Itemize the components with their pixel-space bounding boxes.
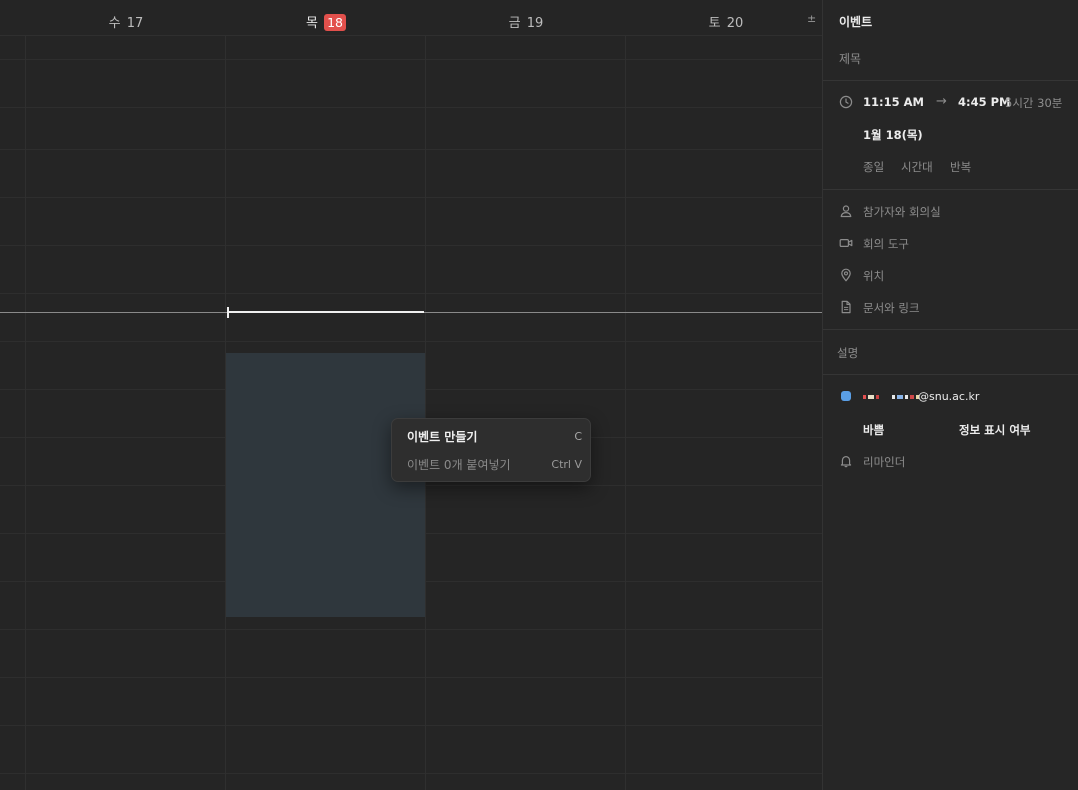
today-date-badge: 18 — [324, 14, 346, 31]
weekday-label: 금 — [508, 16, 521, 31]
grid-line — [0, 59, 822, 60]
weekday-label: 수 — [108, 16, 121, 31]
divider — [823, 374, 1078, 375]
grid-line — [0, 107, 822, 108]
all-day-toggle[interactable]: 종일 — [863, 159, 884, 175]
divider — [823, 329, 1078, 330]
calendar-account-email[interactable]: @snu.ac.kr — [918, 390, 979, 403]
participants-field[interactable]: 참가자와 회의실 — [863, 204, 941, 220]
arrow-right-icon: → — [936, 94, 947, 109]
day-header-fri[interactable]: 금 19 — [426, 12, 626, 31]
reminder-field[interactable]: 리마인더 — [863, 454, 905, 470]
current-time-marker — [227, 307, 229, 318]
calendar-color-dot — [841, 391, 851, 401]
menu-item-shortcut: C — [574, 429, 582, 443]
expand-collapse-button[interactable]: ± — [807, 12, 816, 25]
bell-icon — [839, 454, 853, 468]
grid-line — [0, 629, 822, 630]
day-header-row: 수 17 목 18 금 19 토 20 ± — [0, 0, 822, 36]
day-column-divider — [625, 36, 626, 790]
day-header-wed[interactable]: 수 17 — [26, 12, 226, 31]
menu-item-shortcut: Ctrl V — [551, 457, 582, 471]
menu-item-create-event[interactable]: 이벤트 만들기 C — [392, 422, 592, 450]
grid-line — [0, 149, 822, 150]
duration-label: 5시간 30분 — [1005, 96, 1063, 110]
time-grid[interactable] — [0, 36, 822, 790]
grid-line — [0, 725, 822, 726]
location-field[interactable]: 위치 — [863, 268, 884, 284]
documents-links-field[interactable]: 문서와 링크 — [863, 300, 920, 316]
divider — [823, 189, 1078, 190]
context-menu: 이벤트 만들기 C 이벤트 0개 붙여넣기 Ctrl V — [391, 418, 591, 482]
clock-icon — [839, 95, 853, 109]
date-number: 19 — [526, 16, 544, 31]
current-time-line-today — [228, 311, 424, 313]
day-header-sat[interactable]: 토 20 — [626, 12, 822, 31]
calendar-week-view: 수 17 목 18 금 19 토 20 ± 이벤트 만들기 C 이벤트 0개 붙… — [0, 0, 822, 790]
grid-line — [0, 677, 822, 678]
document-icon — [839, 300, 853, 314]
menu-item-paste-events[interactable]: 이벤트 0개 붙여넣기 Ctrl V — [392, 450, 592, 478]
panel-header: 이벤트 — [839, 15, 873, 29]
video-icon — [839, 236, 853, 250]
weekday-label: 토 — [708, 16, 721, 31]
day-column-divider — [425, 36, 426, 790]
menu-item-label: 이벤트 만들기 — [407, 429, 478, 444]
day-header-thu-today[interactable]: 목 18 — [226, 12, 426, 31]
visibility-select[interactable]: 정보 표시 여부 — [959, 422, 1031, 438]
redacted-email-prefix — [863, 390, 920, 404]
event-date[interactable]: 1월 18(목) — [863, 127, 923, 143]
selected-time-range[interactable] — [226, 353, 425, 617]
event-details-panel: 이벤트 제목 11:15 AM → 4:45 PM 5시간 30분 1월 18(… — [822, 0, 1078, 790]
start-time[interactable]: 11:15 AM — [863, 95, 924, 109]
timezone-option[interactable]: 시간대 — [901, 159, 933, 175]
date-number: 20 — [726, 16, 744, 31]
grid-line — [0, 197, 822, 198]
weekday-label: 목 — [305, 16, 318, 31]
repeat-option[interactable]: 반복 — [950, 159, 971, 175]
grid-line — [0, 293, 822, 294]
location-pin-icon — [839, 268, 853, 282]
availability-select[interactable]: 바쁨 — [863, 422, 884, 438]
person-icon — [839, 204, 853, 218]
date-number: 17 — [126, 16, 144, 31]
description-input[interactable]: 설명 — [837, 345, 858, 361]
title-input[interactable]: 제목 — [839, 50, 861, 67]
conferencing-field[interactable]: 회의 도구 — [863, 236, 909, 252]
grid-line — [0, 245, 822, 246]
grid-line — [0, 341, 822, 342]
grid-line — [0, 773, 822, 774]
end-time[interactable]: 4:45 PM — [958, 95, 1010, 109]
divider — [823, 80, 1078, 81]
menu-item-label: 이벤트 0개 붙여넣기 — [407, 457, 511, 472]
day-column-divider — [25, 36, 26, 790]
